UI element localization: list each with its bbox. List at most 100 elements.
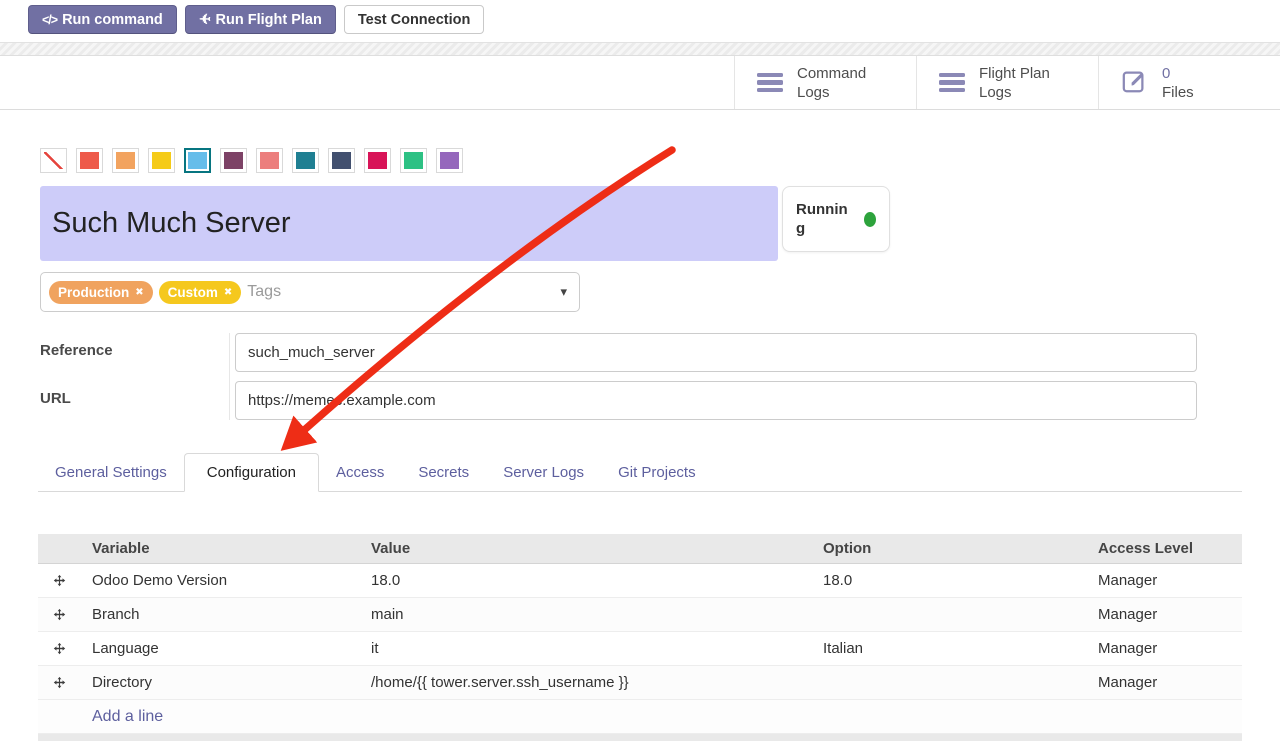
stat-label-line2: Logs (979, 84, 1012, 101)
color-swatch-2[interactable] (112, 148, 139, 173)
page-title: Such Much Server (52, 207, 291, 240)
tab-server-logs[interactable]: Server Logs (486, 454, 601, 491)
cell-variable[interactable]: Directory (80, 666, 365, 699)
cell-variable[interactable]: Odoo Demo Version (80, 564, 365, 597)
table-footer-strip (38, 734, 1242, 741)
color-swatch-1[interactable] (76, 148, 103, 173)
color-swatch-0[interactable] (40, 148, 67, 173)
add-line-row: Add a line (38, 700, 1242, 734)
tag-label: Custom (168, 285, 218, 300)
edit-icon (1121, 67, 1148, 99)
color-swatch-6[interactable] (256, 148, 283, 173)
run-command-label: Run command (62, 12, 163, 28)
tab-access[interactable]: Access (319, 454, 401, 491)
stat-label-line1: Command (797, 65, 866, 82)
cell-variable[interactable]: Branch (80, 598, 365, 631)
status-button[interactable]: Running (782, 186, 890, 252)
color-swatch-4-selected[interactable] (184, 148, 211, 173)
cell-option[interactable] (817, 598, 1092, 631)
table-row[interactable]: Odoo Demo Version18.018.0Manager (38, 564, 1242, 598)
run-command-button[interactable]: </> Run command (28, 5, 177, 34)
cell-value[interactable]: 18.0 (365, 564, 817, 597)
cell-value[interactable]: main (365, 598, 817, 631)
cell-access-level[interactable]: Manager (1092, 632, 1242, 665)
column-header-option[interactable]: Option (817, 534, 1092, 563)
table-row[interactable]: LanguageitItalianManager (38, 632, 1242, 666)
table-row[interactable]: Branchmain Manager (38, 598, 1242, 632)
cell-access-level[interactable]: Manager (1092, 564, 1242, 597)
run-flight-plan-button[interactable]: ✈ Run Flight Plan (185, 5, 336, 34)
tag-label: Production (58, 285, 129, 300)
field-group: Reference URL (40, 333, 1280, 420)
field-label-url: URL (40, 381, 235, 407)
tag-pill-production[interactable]: Production ✖ (49, 281, 153, 304)
tags-placeholder: Tags (247, 283, 281, 301)
configuration-table: VariableValueOptionAccess LevelOdoo Demo… (38, 534, 1242, 741)
tab-configuration[interactable]: Configuration (184, 453, 319, 492)
column-header-variable[interactable]: Variable (80, 534, 365, 563)
hamburger-icon (757, 73, 783, 93)
stat-label-line2: Files (1162, 84, 1194, 101)
stat-button-files[interactable]: 0 Files (1098, 56, 1280, 109)
stat-button-bar: Command Logs Flight Plan Logs 0 Files (0, 56, 1280, 110)
record-title-field[interactable]: Such Much Server (40, 186, 778, 261)
cell-option[interactable]: Italian (817, 632, 1092, 665)
server-form-page: </> Run command ✈ Run Flight Plan Test C… (0, 0, 1280, 742)
table-header-row: VariableValueOptionAccess Level (38, 534, 1242, 564)
drag-handle-icon[interactable] (38, 666, 80, 699)
notebook-tabs: General SettingsConfigurationAccessSecre… (38, 453, 1242, 492)
separator-strip (0, 42, 1280, 56)
test-connection-button[interactable]: Test Connection (344, 5, 485, 34)
color-swatch-10[interactable] (400, 148, 427, 173)
url-input[interactable] (235, 381, 1197, 420)
field-row-reference: Reference (40, 333, 1280, 372)
cell-value[interactable]: /home/{{ tower.server.ssh_username }} (365, 666, 817, 699)
code-icon: </> (42, 13, 57, 27)
cell-access-level[interactable]: Manager (1092, 666, 1242, 699)
stat-value: 0 (1162, 65, 1170, 82)
chevron-down-icon[interactable]: ▾ (560, 284, 567, 300)
table-row[interactable]: Directory/home/{{ tower.server.ssh_usern… (38, 666, 1242, 700)
stat-label-line2: Logs (797, 84, 830, 101)
tags-field[interactable]: Production ✖ Custom ✖ Tags ▾ (40, 272, 580, 312)
empty-handle-cell (38, 700, 80, 733)
add-a-line-link[interactable]: Add a line (80, 700, 1242, 733)
color-swatch-8[interactable] (328, 148, 355, 173)
cell-access-level[interactable]: Manager (1092, 598, 1242, 631)
cell-option[interactable]: 18.0 (817, 564, 1092, 597)
color-swatch-7[interactable] (292, 148, 319, 173)
field-label-reference: Reference (40, 333, 235, 359)
color-swatch-3[interactable] (148, 148, 175, 173)
drag-handle-icon[interactable] (38, 598, 80, 631)
action-toolbar: </> Run command ✈ Run Flight Plan Test C… (0, 0, 1280, 42)
tab-git-projects[interactable]: Git Projects (601, 454, 713, 491)
color-swatch-11[interactable] (436, 148, 463, 173)
stat-label-line1: Flight Plan (979, 65, 1050, 82)
reference-input[interactable] (235, 333, 1197, 372)
tag-remove-icon[interactable]: ✖ (135, 287, 143, 298)
stat-button-logs[interactable]: Flight Plan Logs (916, 56, 1098, 109)
tag-pill-custom[interactable]: Custom ✖ (159, 281, 242, 304)
hamburger-icon (939, 73, 965, 93)
column-header-value[interactable]: Value (365, 534, 817, 563)
stat-button-logs[interactable]: Command Logs (734, 56, 916, 109)
status-running-dot (864, 212, 876, 227)
color-swatch-5[interactable] (220, 148, 247, 173)
drag-handle-icon[interactable] (38, 632, 80, 665)
tab-secrets[interactable]: Secrets (401, 454, 486, 491)
field-divider (229, 333, 230, 420)
status-label: Running (796, 200, 854, 238)
cell-value[interactable]: it (365, 632, 817, 665)
plane-icon: ✈ (199, 11, 211, 28)
column-header-access-level[interactable]: Access Level (1092, 534, 1242, 563)
stat-label: Flight Plan Logs (979, 64, 1050, 102)
title-row: Such Much Server Running (40, 186, 1280, 261)
tab-general-settings[interactable]: General Settings (38, 454, 184, 491)
cell-option[interactable] (817, 666, 1092, 699)
color-swatch-9[interactable] (364, 148, 391, 173)
stat-label: 0 Files (1162, 64, 1194, 102)
field-row-url: URL (40, 381, 1280, 420)
cell-variable[interactable]: Language (80, 632, 365, 665)
tag-remove-icon[interactable]: ✖ (224, 287, 232, 298)
drag-handle-icon[interactable] (38, 564, 80, 597)
